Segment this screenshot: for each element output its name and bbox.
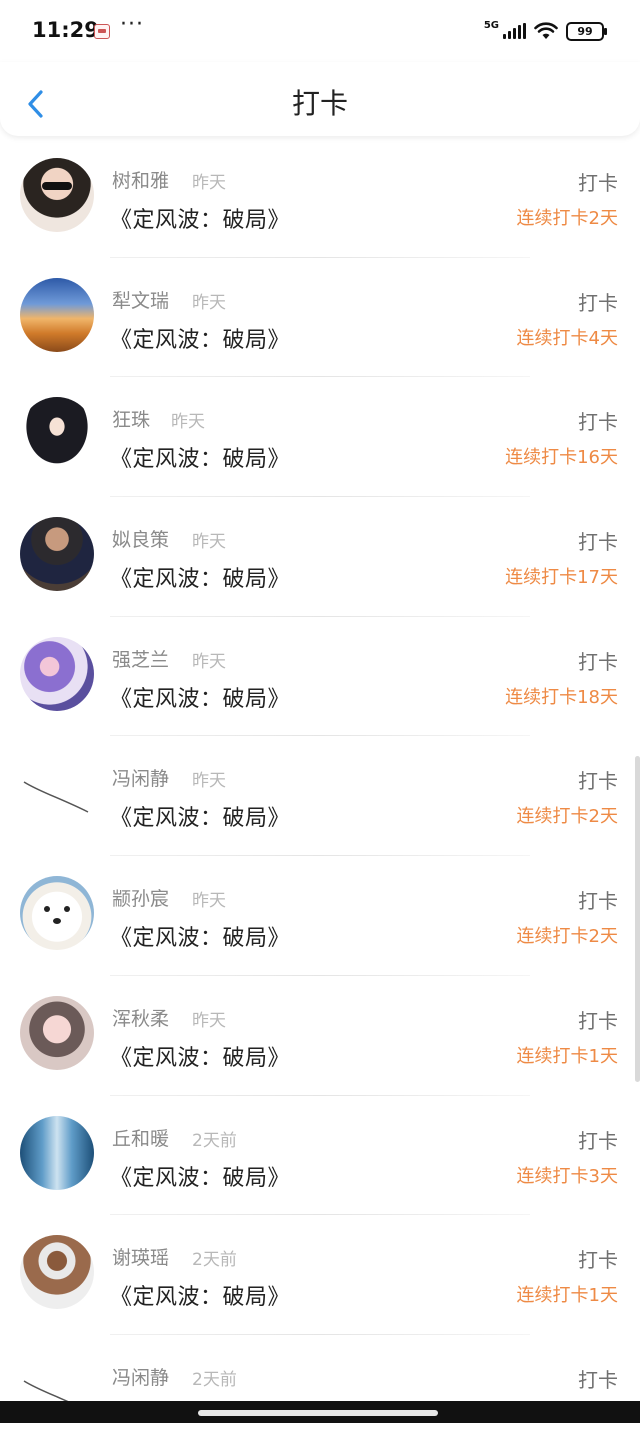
list-item[interactable]: 冯闲静 昨天 《定风波：破局》 打卡 连续打卡2天 (0, 736, 640, 857)
streak-count: 连续打卡4天 (516, 327, 618, 349)
streak-count: 连续打卡18天 (505, 686, 618, 708)
scrollbar[interactable] (635, 756, 640, 1082)
avatar[interactable] (20, 397, 94, 472)
checkin-time: 昨天 (192, 651, 226, 672)
checkin-time: 昨天 (192, 292, 226, 313)
checkin-label: 打卡 (578, 1367, 618, 1392)
list-item[interactable]: 颛孙宸 昨天 《定风波：破局》 打卡 连续打卡2天 (0, 856, 640, 976)
list-item[interactable]: 强芝兰 昨天 《定风波：破局》 打卡 连续打卡18天 (0, 617, 640, 737)
book-title[interactable]: 《定风波：破局》 (110, 441, 290, 473)
app-notification-icon (94, 24, 110, 39)
user-name[interactable]: 颛孙宸 (112, 884, 169, 911)
user-name[interactable]: 谢瑛瑶 (112, 1243, 169, 1270)
list-item[interactable]: 姒良策 昨天 《定风波：破局》 打卡 连续打卡17天 (0, 497, 640, 617)
user-name[interactable]: 强芝兰 (112, 645, 169, 672)
checkin-time: 昨天 (192, 891, 226, 912)
user-name[interactable]: 浑秋柔 (112, 1004, 169, 1031)
list-item[interactable]: 浑秋柔 昨天 《定风波：破局》 打卡 连续打卡1天 (0, 976, 640, 1096)
user-name[interactable]: 冯闲静 (112, 1363, 169, 1390)
user-name[interactable]: 狂珠 (112, 405, 150, 432)
book-title[interactable]: 《定风波：破局》 (110, 920, 290, 952)
checkin-label: 打卡 (578, 649, 618, 674)
list-item[interactable]: 冯闲静 2天前 打卡 (0, 1335, 640, 1455)
streak-count: 连续打卡2天 (516, 208, 618, 229)
streak-count: 连续打卡1天 (516, 1285, 618, 1307)
list-item[interactable]: 狂珠 昨天 《定风波：破局》 打卡 连续打卡16天 (0, 377, 640, 498)
page-title: 打卡 (291, 87, 348, 120)
list-item[interactable]: 谢瑛瑶 2天前 《定风波：破局》 打卡 连续打卡1天 (0, 1215, 640, 1335)
checkin-label: 打卡 (578, 889, 618, 914)
status-bar: 11:29 ··· 5G 99 (0, 0, 640, 62)
checkin-label: 打卡 (578, 410, 618, 435)
checkin-time: 昨天 (192, 173, 226, 193)
checkin-time: 昨天 (192, 532, 226, 553)
checkin-time: 2天前 (192, 1130, 237, 1151)
book-title[interactable]: 《定风波：破局》 (110, 561, 290, 593)
list-item[interactable]: 犁文瑞 昨天 《定风波：破局》 打卡 连续打卡4天 (0, 258, 640, 378)
network-type: 5G (483, 19, 499, 31)
book-title[interactable]: 《定风波：破局》 (110, 1279, 290, 1311)
user-name[interactable]: 树和雅 (112, 166, 169, 193)
avatar[interactable] (20, 756, 94, 831)
system-nav-bar (0, 1401, 640, 1423)
checkin-label: 打卡 (578, 769, 618, 794)
avatar[interactable] (20, 995, 94, 1070)
sketch-line-icon (23, 781, 89, 814)
avatar[interactable] (20, 158, 94, 232)
checkin-time: 昨天 (192, 1010, 226, 1031)
avatar[interactable] (20, 876, 94, 951)
streak-count: 连续打卡3天 (516, 1165, 618, 1187)
list-item[interactable]: 树和雅 昨天 《定风波：破局》 打卡 连续打卡2天 (0, 138, 640, 258)
streak-count: 连续打卡2天 (516, 806, 618, 828)
book-title[interactable]: 《定风波：破局》 (110, 681, 290, 713)
checkin-label: 打卡 (578, 290, 618, 315)
avatar[interactable] (20, 517, 94, 592)
book-title[interactable]: 《定风波：破局》 (110, 322, 290, 354)
avatar[interactable] (20, 1235, 94, 1310)
checkin-time: 2天前 (192, 1250, 237, 1271)
battery-icon: 99 (566, 21, 607, 41)
streak-count: 连续打卡16天 (505, 447, 618, 469)
book-title[interactable]: 《定风波：破局》 (110, 800, 290, 832)
checkin-label: 打卡 (578, 1008, 618, 1033)
checkin-time: 2天前 (192, 1369, 237, 1390)
list-item[interactable]: 丘和暖 2天前 《定风波：破局》 打卡 连续打卡3天 (0, 1096, 640, 1216)
status-indicators: 5G 99 (483, 18, 607, 44)
user-name[interactable]: 姒良策 (112, 525, 169, 552)
book-title[interactable]: 《定风波：破局》 (110, 1040, 290, 1072)
user-name[interactable]: 冯闲静 (112, 764, 169, 791)
checkin-time: 昨天 (192, 771, 226, 792)
book-title[interactable]: 《定风波：破局》 (110, 202, 290, 234)
status-time: 11:29 (32, 18, 99, 42)
more-notifications-icon: ··· (120, 12, 144, 37)
avatar[interactable] (20, 1115, 94, 1190)
signal-icon (503, 23, 526, 39)
user-name[interactable]: 犁文瑞 (112, 286, 169, 313)
home-indicator[interactable] (198, 1410, 438, 1416)
checkin-label: 打卡 (578, 530, 618, 555)
nav-bar: 打卡 (0, 62, 640, 136)
wifi-icon (534, 22, 558, 39)
avatar[interactable] (20, 277, 94, 352)
checkin-time: 昨天 (171, 412, 205, 433)
streak-count: 连续打卡17天 (505, 567, 618, 589)
user-name[interactable]: 丘和暖 (112, 1124, 169, 1151)
avatar[interactable] (20, 636, 94, 711)
checkin-label: 打卡 (578, 171, 618, 195)
checkin-label: 打卡 (578, 1248, 618, 1273)
streak-count: 连续打卡1天 (516, 1045, 618, 1067)
book-title[interactable]: 《定风波：破局》 (110, 1160, 290, 1192)
checkin-label: 打卡 (578, 1128, 618, 1153)
checkin-list[interactable]: 树和雅 昨天 《定风波：破局》 打卡 连续打卡2天 犁文瑞 昨天 《定风波：破局… (0, 138, 640, 1455)
streak-count: 连续打卡2天 (516, 926, 618, 948)
